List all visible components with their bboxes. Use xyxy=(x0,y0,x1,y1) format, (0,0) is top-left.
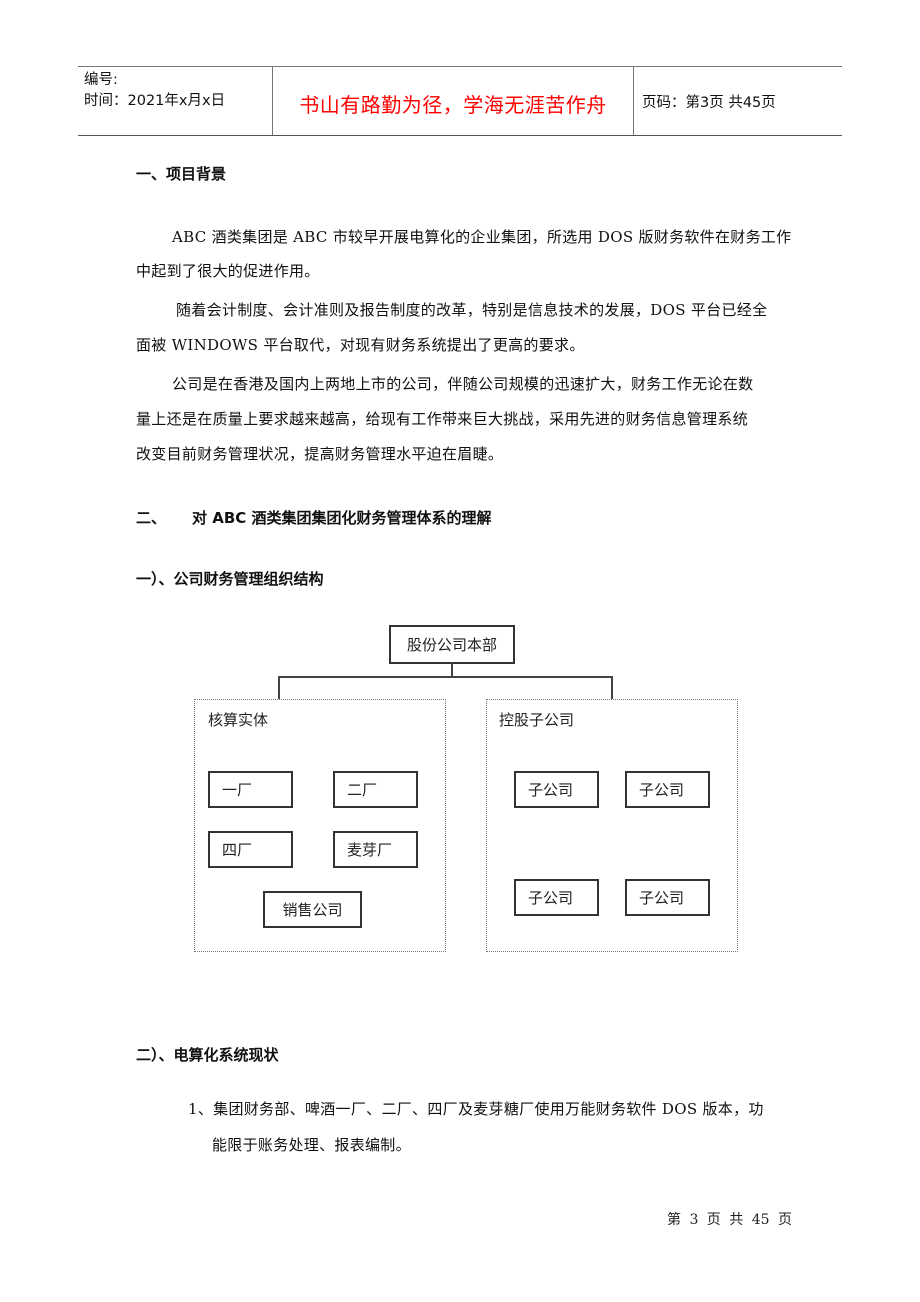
header-top-rule xyxy=(78,66,842,67)
header-motto: 书山有路勤为径，学海无涯苦作舟 xyxy=(299,93,607,117)
org-node-subsidiary-4: 子公司 xyxy=(625,879,710,916)
org-node-root: 股份公司本部 xyxy=(389,625,515,664)
section-heading-project-background: 一、项目背景 xyxy=(136,165,227,183)
org-node-subsidiary-3: 子公司 xyxy=(514,879,599,916)
org-node-sales-company: 销售公司 xyxy=(263,891,362,928)
org-node-label: 子公司 xyxy=(528,781,574,799)
subsection-heading-org-structure: 一）、公司财务管理组织结构 xyxy=(136,570,324,588)
org-node-subsidiary-1: 子公司 xyxy=(514,771,599,808)
org-node-label: 子公司 xyxy=(639,889,685,907)
section-heading-number: 二、 xyxy=(136,509,167,527)
org-node-malt-factory: 麦芽厂 xyxy=(333,831,418,868)
header-bottom-rule xyxy=(78,135,842,136)
connector-horizontal xyxy=(278,676,613,678)
paragraph-3-line-2: 量上还是在质量上要求越来越高，给现有工作带来巨大挑战，采用先进的财务信息管理系统 xyxy=(136,410,749,428)
org-group-subsidiaries-title: 控股子公司 xyxy=(499,711,575,729)
connector-left-drop xyxy=(278,676,280,699)
paragraph-2-line-1: 随着会计制度、会计准则及报告制度的改革，特别是信息技术的发展，DOS 平台已经全 xyxy=(176,301,768,319)
section-heading-understanding: 对 ABC 酒类集团集团化财务管理体系的理解 xyxy=(192,509,492,527)
org-node-label: 销售公司 xyxy=(282,901,343,919)
paragraph-1-line-1: ABC 酒类集团是 ABC 市较早开展电算化的企业集团，所选用 DOS 版财务软… xyxy=(172,228,792,246)
org-node-root-label: 股份公司本部 xyxy=(406,636,497,654)
org-node-label: 子公司 xyxy=(639,781,685,799)
connector-right-drop xyxy=(611,676,613,699)
paragraph-2-line-2: 面被 WINDOWS 平台取代，对现有财务系统提出了更高的要求。 xyxy=(136,336,585,354)
footer-page-number: 第 3 页 共 45 页 xyxy=(667,1212,792,1228)
header-divider-right xyxy=(633,66,634,135)
org-group-accounting-entities-title: 核算实体 xyxy=(208,711,269,729)
paragraph-3-line-1: 公司是在香港及国内上两地上市的公司，伴随公司规模的迅速扩大，财务工作无论在数 xyxy=(172,375,754,393)
header-page-info: 页码：第3页 共45页 xyxy=(642,95,776,111)
org-node-label: 一厂 xyxy=(222,781,253,799)
status-item-1-line-1: 1、集团财务部、啤酒一厂、二厂、四厂及麦芽糖厂使用万能财务软件 DOS 版本，功 xyxy=(188,1100,764,1118)
subsection-heading-computerization-status: 二）、电算化系统现状 xyxy=(136,1046,279,1064)
header-divider-left xyxy=(272,66,273,135)
header-meta: 编号: 时间：2021年x月x日 xyxy=(84,70,225,112)
org-node-label: 四厂 xyxy=(222,841,253,859)
paragraph-3-line-3: 改变目前财务管理状况，提高财务管理水平迫在眉睫。 xyxy=(136,445,504,463)
document-date: 时间：2021年x月x日 xyxy=(84,93,226,109)
org-node-label: 子公司 xyxy=(528,889,574,907)
org-node-label: 二厂 xyxy=(347,781,378,799)
org-node-factory-1: 一厂 xyxy=(208,771,293,808)
org-node-subsidiary-2: 子公司 xyxy=(625,771,710,808)
document-number-label: 编号: xyxy=(84,72,118,88)
org-node-label: 麦芽厂 xyxy=(347,841,393,859)
status-item-1-line-2: 能限于账务处理、报表编制。 xyxy=(212,1136,411,1154)
paragraph-1-line-2: 中起到了很大的促进作用。 xyxy=(136,262,320,280)
org-node-factory-2: 二厂 xyxy=(333,771,418,808)
org-node-factory-4: 四厂 xyxy=(208,831,293,868)
connector-root-stem xyxy=(451,663,453,677)
